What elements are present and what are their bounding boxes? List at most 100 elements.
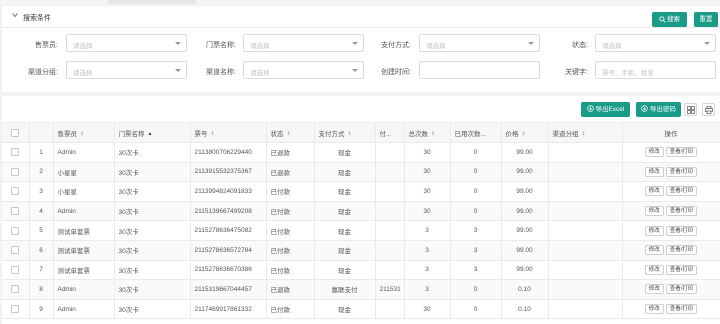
- edit-button[interactable]: 修改: [644, 186, 664, 197]
- pay-method-select[interactable]: 请选择: [419, 34, 540, 52]
- row-checkbox[interactable]: [11, 246, 20, 255]
- status-header[interactable]: 状态 ⇕: [266, 122, 315, 143]
- seller-select[interactable]: 请选择: [66, 34, 187, 52]
- row-checkbox[interactable]: [11, 187, 20, 196]
- channel-group-select[interactable]: 请选择: [66, 61, 187, 79]
- ticket-name-cell: 30次卡: [114, 181, 191, 202]
- ticket-name-cell: 30次卡: [114, 260, 191, 281]
- row-checkbox[interactable]: [11, 207, 20, 216]
- table-row[interactable]: 1 Admin 30次卡 2113800706229440 已退款 现金 30 0 99.00 修…: [2, 142, 720, 163]
- view-print-button[interactable]: 查看/打印: [665, 206, 698, 217]
- sort-icon[interactable]: ⇕: [211, 131, 215, 137]
- status-cell: 已付款: [266, 181, 315, 202]
- table-row[interactable]: 6 测试单套票 30次卡 2115278636572784 已付款 现金 3 3 99.00 修改…: [2, 240, 720, 261]
- pay-method-header[interactable]: 支付方式 ⇕: [314, 122, 376, 143]
- status-label: 状态:: [572, 42, 588, 49]
- ticket-name-placeholder: 请选择: [250, 43, 270, 50]
- sort-asc-icon[interactable]: ▲: [148, 131, 153, 137]
- total-header[interactable]: 总次数 ⇕: [404, 122, 451, 143]
- channel-group-cell: [548, 142, 623, 163]
- edit-button[interactable]: 修改: [644, 147, 664, 158]
- table-row[interactable]: 5 测试单套票 30次卡 2115278636475082 已付款 现金 3 3 99.00 修改…: [2, 220, 720, 241]
- view-print-button[interactable]: 查看/打印: [665, 147, 698, 158]
- status-select[interactable]: 请选择: [595, 34, 716, 52]
- seller-header[interactable]: 售票员 ⇕: [53, 122, 115, 143]
- paid-cell: [375, 299, 405, 320]
- status-header-label: 状态: [270, 130, 284, 138]
- ticket-name-select[interactable]: 请选择: [243, 34, 364, 52]
- view-print-button[interactable]: 查看/打印: [665, 284, 698, 295]
- reset-button[interactable]: 重置: [694, 12, 718, 27]
- row-checkbox[interactable]: [11, 148, 20, 157]
- sort-icon[interactable]: ⇕: [80, 131, 84, 137]
- used-header[interactable]: 已用次数...: [450, 122, 502, 143]
- edit-button[interactable]: 修改: [644, 264, 664, 275]
- view-print-button[interactable]: 查看/打印: [665, 245, 698, 256]
- paid-cell: [375, 201, 405, 222]
- table-row[interactable]: 8 Admin 30次卡 2115319667044457 已退款 嘉联支付 211531 3…: [2, 279, 720, 300]
- columns-button[interactable]: [684, 103, 697, 116]
- table-row[interactable]: 4 Admin 30次卡 2115139667499208 已付款 现金 30 0 99.00 修…: [2, 201, 720, 222]
- sort-icon[interactable]: ⇕: [431, 131, 435, 137]
- print-button[interactable]: [702, 103, 715, 116]
- view-print-button[interactable]: 查看/打印: [665, 225, 698, 236]
- export-code-button[interactable]: 导出密码: [636, 102, 681, 117]
- price-header-label: 价格: [505, 130, 519, 138]
- row-select-cell[interactable]: [2, 162, 30, 183]
- row-checkbox[interactable]: [11, 167, 20, 176]
- edit-button[interactable]: 修改: [644, 304, 664, 315]
- table-row[interactable]: 9 Admin 30次卡 2117469917861332 已付款 现金 30 0 0.10 修改…: [2, 299, 720, 320]
- status-cell: 已退款: [266, 279, 315, 300]
- keyword-input[interactable]: 票号、手机、姓名: [595, 61, 716, 79]
- row-checkbox[interactable]: [11, 226, 20, 235]
- channel-name-placeholder: 请选择: [250, 70, 270, 77]
- edit-button[interactable]: 修改: [644, 206, 664, 217]
- edit-button[interactable]: 修改: [644, 245, 664, 256]
- ticket-no-header[interactable]: 票号 ⇕: [190, 122, 267, 143]
- row-checkbox[interactable]: [11, 285, 20, 294]
- price-header[interactable]: 价格 ⇕: [501, 122, 549, 143]
- edit-button[interactable]: 修改: [644, 225, 664, 236]
- row-actions: 修改 查看/打印: [621, 240, 720, 261]
- table-row[interactable]: 2 小星星 30次卡 2113915532375367 已退款 现金 30 0 99.00 修改查…: [2, 162, 720, 183]
- view-print-button[interactable]: 查看/打印: [665, 304, 698, 315]
- row-select-cell[interactable]: [2, 260, 30, 281]
- view-print-button[interactable]: 查看/打印: [665, 166, 698, 177]
- view-print-button[interactable]: 查看/打印: [665, 264, 698, 275]
- sort-icon[interactable]: ⇕: [348, 131, 352, 137]
- chevron-down-icon[interactable]: [12, 12, 18, 18]
- export-excel-button[interactable]: 导出Excel: [581, 102, 630, 117]
- channel-group-cell: [548, 181, 623, 202]
- channel-name-select[interactable]: 请选择: [243, 61, 364, 79]
- row-actions: 修改 查看/打印: [621, 279, 720, 300]
- ticket-no-cell: 2115139667499208: [190, 201, 267, 222]
- ticket-name-header[interactable]: 门票名称 ▲: [114, 122, 191, 143]
- row-select-cell[interactable]: [2, 279, 30, 300]
- view-print-button[interactable]: 查看/打印: [665, 186, 698, 197]
- paid-header[interactable]: 付...: [375, 122, 405, 143]
- table-row[interactable]: 3 小星星 30次卡 2113994824091833 已付款 现金 30 0 99.00 修改查…: [2, 181, 720, 202]
- row-checkbox[interactable]: [11, 305, 20, 314]
- row-select-cell[interactable]: [2, 220, 30, 241]
- ticket-no-cell: 2115278636670386: [190, 260, 267, 281]
- created-time-input[interactable]: [419, 61, 540, 79]
- channel-group-header[interactable]: 渠道分组 ⇕: [548, 122, 623, 143]
- sort-icon[interactable]: ⇕: [582, 131, 586, 137]
- row-checkbox[interactable]: [11, 265, 20, 274]
- edit-button[interactable]: 修改: [644, 284, 664, 295]
- sort-icon[interactable]: ⇕: [522, 131, 526, 137]
- row-select-cell[interactable]: [2, 240, 30, 261]
- search-button[interactable]: 搜索: [652, 12, 687, 27]
- row-select-cell[interactable]: [2, 181, 30, 202]
- table-row[interactable]: 7 测试单套票 30次卡 2115278636670386 已付款 现金 3 3 99.00 修改…: [2, 260, 720, 281]
- select-all-checkbox[interactable]: [11, 128, 20, 137]
- select-all-cell[interactable]: [2, 122, 30, 143]
- sort-icon[interactable]: ⇕: [287, 131, 291, 137]
- row-select-cell[interactable]: [2, 201, 30, 222]
- pay-method-cell: 现金: [314, 201, 376, 222]
- row-select-cell[interactable]: [2, 299, 30, 320]
- edit-button[interactable]: 修改: [644, 166, 664, 177]
- ticket-no-cell: 2113800706229440: [190, 142, 267, 163]
- row-select-cell[interactable]: [2, 142, 30, 163]
- search-panel-header[interactable]: 搜索条件 搜索 重置: [2, 6, 720, 28]
